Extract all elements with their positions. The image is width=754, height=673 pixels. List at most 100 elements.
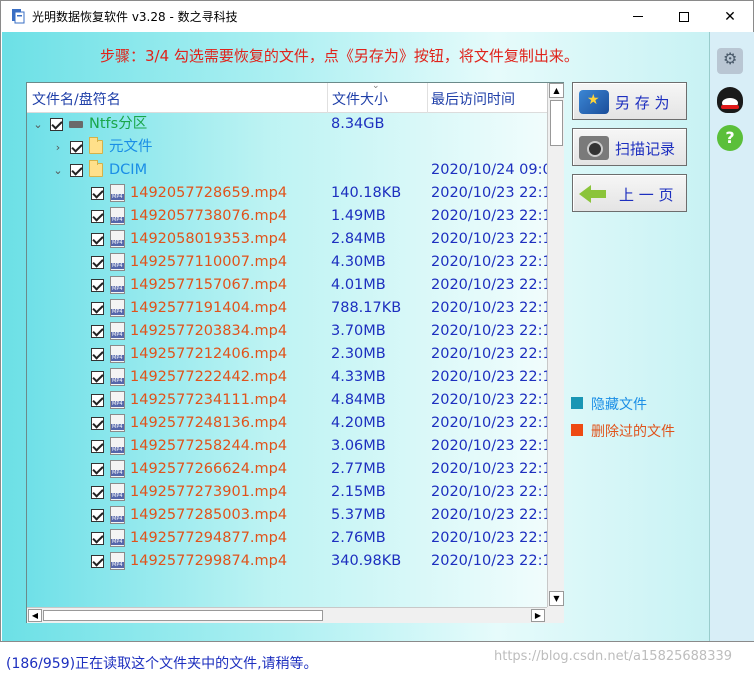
settings-gear-icon[interactable]: [717, 48, 743, 74]
scrollbar-corner: [547, 607, 564, 623]
row-checkbox[interactable]: [70, 164, 83, 177]
table-row[interactable]: 1492577234111.mp4 4.84MB 2020/10/23 22:1: [27, 389, 547, 412]
legend-swatch-hidden: [571, 397, 583, 409]
row-name: 1492577157067.mp4: [130, 277, 288, 293]
row-name: 1492577110007.mp4: [130, 254, 288, 270]
table-row[interactable]: 1492577203834.mp4 3.70MB 2020/10/23 22:1: [27, 320, 547, 343]
table-row[interactable]: 1492577212406.mp4 2.30MB 2020/10/23 22:1: [27, 343, 547, 366]
main-panel: 步骤：3/4 勾选需要恢复的文件，点《另存为》按钮，将文件复制出来。 文件名/盘…: [2, 32, 732, 672]
save-as-button[interactable]: 另 存 为: [572, 82, 687, 120]
row-size: 2.15MB: [331, 484, 386, 500]
row-time: 2020/10/23 22:1: [431, 277, 547, 293]
column-header-time[interactable]: 最后访问时间: [431, 89, 515, 109]
column-header-name[interactable]: 文件名/盘符名: [32, 89, 121, 109]
horizontal-scrollbar[interactable]: ◀ ▶: [27, 607, 547, 623]
row-checkbox[interactable]: [91, 302, 104, 315]
back-arrow-icon: [579, 182, 609, 206]
maximize-button[interactable]: [661, 1, 707, 32]
row-name: 1492057738076.mp4: [130, 208, 288, 224]
row-checkbox[interactable]: [91, 371, 104, 384]
scroll-up-button[interactable]: ▲: [549, 83, 564, 98]
table-row[interactable]: 1492057728659.mp4 140.18KB 2020/10/23 22:1: [27, 182, 547, 205]
table-row[interactable]: 1492577299874.mp4 340.98KB 2020/10/23 22:1: [27, 550, 547, 573]
minimize-button[interactable]: [615, 1, 661, 32]
row-checkbox[interactable]: [91, 440, 104, 453]
list-header: 文件名/盘符名 ⌄ 文件大小 最后访问时间: [27, 81, 547, 113]
app-icon: [12, 9, 25, 24]
scroll-right-button[interactable]: ▶: [531, 609, 545, 622]
help-icon[interactable]: ?: [717, 125, 743, 151]
folder-icon: [89, 137, 103, 154]
table-row[interactable]: 1492577273901.mp4 2.15MB 2020/10/23 22:1: [27, 481, 547, 504]
save-as-icon: [579, 90, 609, 114]
close-button[interactable]: ✕: [707, 1, 753, 32]
column-divider[interactable]: [427, 83, 428, 113]
row-checkbox[interactable]: [91, 486, 104, 499]
row-size: 140.18KB: [331, 185, 402, 201]
table-row[interactable]: ⌄ DCIM 2020/10/24 09:0: [27, 159, 547, 182]
table-row[interactable]: ⌄ Ntfs分区 8.34GB: [27, 113, 547, 136]
row-time: 2020/10/23 22:1: [431, 553, 547, 569]
row-checkbox[interactable]: [91, 210, 104, 223]
table-row[interactable]: 1492577266624.mp4 2.77MB 2020/10/23 22:1: [27, 458, 547, 481]
vertical-scroll-thumb[interactable]: [550, 100, 563, 146]
row-time: 2020/10/23 22:1: [431, 369, 547, 385]
row-size: 4.84MB: [331, 392, 386, 408]
table-row[interactable]: 1492057738076.mp4 1.49MB 2020/10/23 22:1: [27, 205, 547, 228]
row-checkbox[interactable]: [91, 417, 104, 430]
row-name: 1492577222442.mp4: [130, 369, 288, 385]
row-checkbox[interactable]: [91, 256, 104, 269]
scroll-down-button[interactable]: ▼: [549, 591, 564, 606]
row-checkbox[interactable]: [91, 509, 104, 522]
row-checkbox[interactable]: [91, 394, 104, 407]
row-checkbox[interactable]: [91, 532, 104, 545]
row-checkbox[interactable]: [91, 463, 104, 476]
column-divider[interactable]: [327, 83, 328, 113]
table-row[interactable]: 1492577285003.mp4 5.37MB 2020/10/23 22:1: [27, 504, 547, 527]
mp4-file-icon: [110, 506, 125, 524]
table-row[interactable]: 1492577110007.mp4 4.30MB 2020/10/23 22:1: [27, 251, 547, 274]
row-checkbox[interactable]: [91, 555, 104, 568]
table-row[interactable]: 1492577294877.mp4 2.76MB 2020/10/23 22:1: [27, 527, 547, 550]
row-checkbox[interactable]: [91, 348, 104, 361]
title-bar[interactable]: 光明数据恢复软件 v3.28 - 数之寻科技 ✕: [1, 1, 753, 32]
qq-icon[interactable]: [717, 87, 743, 113]
watermark-text: https://blog.csdn.net/a15825688339: [494, 649, 733, 664]
table-row[interactable]: 1492577191404.mp4 788.17KB 2020/10/23 22:1: [27, 297, 547, 320]
expand-chevron-icon[interactable]: ›: [52, 136, 64, 159]
row-checkbox[interactable]: [70, 141, 83, 154]
table-row[interactable]: 1492058019353.mp4 2.84MB 2020/10/23 22:1: [27, 228, 547, 251]
row-size: 1.49MB: [331, 208, 386, 224]
scan-record-button[interactable]: 扫描记录: [572, 128, 687, 166]
minimize-icon: [633, 16, 643, 17]
table-row[interactable]: 1492577258244.mp4 3.06MB 2020/10/23 22:1: [27, 435, 547, 458]
mp4-file-icon: [110, 184, 125, 202]
row-time: 2020/10/23 22:1: [431, 392, 547, 408]
prev-page-button[interactable]: 上 一 页: [572, 174, 687, 212]
side-toolbar: [709, 32, 754, 641]
row-name: 1492057728659.mp4: [130, 185, 288, 201]
close-icon: ✕: [724, 8, 736, 25]
table-row[interactable]: 1492577157067.mp4 4.01MB 2020/10/23 22:1: [27, 274, 547, 297]
mp4-file-icon: [110, 276, 125, 294]
vertical-scrollbar[interactable]: ▲ ▼: [547, 83, 564, 607]
table-row[interactable]: › 元文件: [27, 136, 547, 159]
row-checkbox[interactable]: [91, 187, 104, 200]
drive-icon: [69, 121, 83, 128]
table-row[interactable]: 1492577248136.mp4 4.20MB 2020/10/23 22:1: [27, 412, 547, 435]
row-checkbox[interactable]: [50, 118, 63, 131]
row-size: 5.37MB: [331, 507, 386, 523]
column-header-size[interactable]: 文件大小: [332, 89, 388, 109]
row-time: 2020/10/23 22:1: [431, 346, 547, 362]
collapse-chevron-icon[interactable]: ⌄: [52, 159, 64, 182]
row-checkbox[interactable]: [91, 233, 104, 246]
collapse-chevron-icon[interactable]: ⌄: [32, 113, 44, 136]
table-row[interactable]: 1492577222442.mp4 4.33MB 2020/10/23 22:1: [27, 366, 547, 389]
row-name: 1492577294877.mp4: [130, 530, 288, 546]
row-checkbox[interactable]: [91, 279, 104, 292]
mp4-file-icon: [110, 437, 125, 455]
row-checkbox[interactable]: [91, 325, 104, 338]
horizontal-scroll-thumb[interactable]: [43, 610, 323, 621]
file-list[interactable]: 文件名/盘符名 ⌄ 文件大小 最后访问时间 ⌄ Ntfs分区 8.34GB › 元文件 ⌄…: [26, 81, 564, 623]
scroll-left-button[interactable]: ◀: [28, 609, 42, 622]
